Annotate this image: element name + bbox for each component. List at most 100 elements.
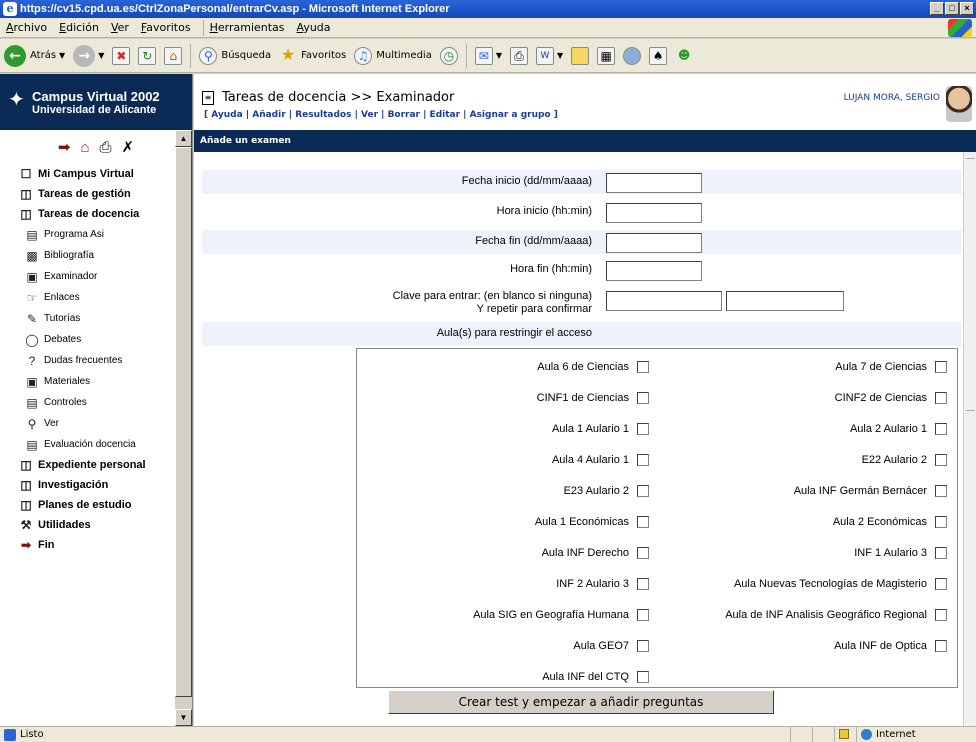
aula-option[interactable]: CINF1 de Ciencias (357, 392, 649, 406)
main-scrollbar[interactable] (963, 152, 976, 726)
history-button[interactable]: ◷ (439, 46, 458, 65)
nav-item-examinador[interactable]: ▣ Examinador (0, 266, 176, 287)
aula-option[interactable]: INF 1 Aulario 3 (655, 547, 947, 561)
aula-option[interactable]: INF 2 Aulario 3 (357, 578, 649, 592)
fecha-fin-input[interactable] (606, 233, 702, 253)
nav-item-ver[interactable]: ⚲ Ver (0, 413, 176, 434)
aula-checkbox[interactable] (637, 485, 649, 497)
aula-option[interactable]: Aula INF Derecho (357, 547, 649, 561)
aula-checkbox[interactable] (637, 361, 649, 373)
nav-item-dudas-frecuentes[interactable]: ? Dudas frecuentes (0, 350, 176, 371)
exit-icon[interactable]: ➡ (58, 138, 71, 156)
nav-item-materiales[interactable]: ▣ Materiales (0, 371, 176, 392)
aula-option[interactable]: Aula 2 Económicas (655, 516, 947, 530)
aula-checkbox[interactable] (637, 454, 649, 466)
nav-item-fin[interactable]: ➡ Fin (0, 535, 176, 555)
media-button[interactable] (623, 46, 642, 65)
nav-item-investigacion[interactable]: ◫ Investigación (0, 475, 176, 495)
nav-item-utilidades[interactable]: ⚒ Utilidades (0, 515, 176, 535)
calc-button[interactable]: ▦ (597, 46, 616, 65)
nav-item-enlaces[interactable]: ☞ Enlaces (0, 287, 176, 308)
home-icon[interactable]: ⌂ (80, 139, 89, 156)
menu-favoritos[interactable]: Favoritos (141, 21, 191, 34)
scroll-down-icon[interactable]: ▼ (175, 709, 192, 726)
edit-dropdown-icon[interactable]: ▼ (557, 51, 563, 60)
print-icon[interactable]: ⎙ (100, 139, 112, 156)
aula-checkbox[interactable] (637, 392, 649, 404)
aula-option[interactable]: Aula 1 Económicas (357, 516, 649, 530)
aula-checkbox[interactable] (935, 640, 947, 652)
folder-button[interactable] (571, 46, 590, 65)
scroll-up-icon[interactable]: ▲ (175, 130, 192, 147)
people-button[interactable]: ☻ (675, 47, 693, 65)
menu-archivo[interactable]: Archivo (6, 21, 47, 34)
hora-inicio-input[interactable] (606, 203, 702, 223)
messenger-button[interactable]: ♠ (649, 46, 668, 65)
nav-item-tareas-de-docencia[interactable]: ◫ Tareas de docencia (0, 204, 176, 224)
favorites-button[interactable]: ★ Favoritos (279, 46, 346, 65)
left-scrollbar[interactable]: ▲ ▼ (175, 130, 192, 726)
close-button[interactable]: × (960, 2, 974, 15)
aula-option[interactable]: Aula GEO7 (357, 640, 649, 654)
search-button[interactable]: ⚲ Búsqueda (199, 46, 271, 65)
nav-item-tareas-de-gestion[interactable]: ◫ Tareas de gestión (0, 184, 176, 204)
scroll-thumb[interactable] (175, 147, 192, 697)
nav-item-expediente-personal[interactable]: ◫ Expediente personal (0, 455, 176, 475)
back-dropdown-icon[interactable]: ▼ (59, 51, 65, 60)
refresh-button[interactable]: ↻ (138, 46, 157, 65)
minimize-button[interactable]: _ (930, 2, 944, 15)
aula-option[interactable]: Aula 1 Aulario 1 (357, 423, 649, 437)
aula-checkbox[interactable] (637, 609, 649, 621)
mail-button[interactable]: ✉ ▼ (474, 46, 502, 65)
aula-checkbox[interactable] (935, 578, 947, 590)
edit-button[interactable]: W ▼ (535, 46, 563, 65)
nav-item-debates[interactable]: ◯ Debates (0, 329, 176, 350)
nav-item-controles[interactable]: ▤ Controles (0, 392, 176, 413)
aula-checkbox[interactable] (935, 423, 947, 435)
aula-checkbox[interactable] (637, 640, 649, 652)
clave-confirm-input[interactable] (726, 291, 844, 311)
create-test-button[interactable]: Crear test y empezar a añadir preguntas (388, 690, 774, 714)
aula-option[interactable]: Aula INF de Optica (655, 640, 947, 654)
action-links[interactable]: [ Ayuda | Añadir | Resultados | Ver | Bo… (204, 110, 558, 120)
aula-option[interactable]: Aula SIG en Geografía Humana (357, 609, 649, 623)
forward-button[interactable]: → ▼ (73, 44, 104, 67)
menu-ayuda[interactable]: Ayuda (297, 21, 331, 34)
aula-checkbox[interactable] (935, 361, 947, 373)
aula-option[interactable]: Aula 6 de Ciencias (357, 361, 649, 375)
nav-item-mi-campus-virtual[interactable]: ☐ Mi Campus Virtual (0, 164, 176, 184)
nav-item-planes-de-estudio[interactable]: ◫ Planes de estudio (0, 495, 176, 515)
print-button[interactable]: ⎙ (509, 46, 528, 65)
maximize-button[interactable]: □ (945, 2, 959, 15)
aula-option[interactable]: Aula 4 Aulario 1 (357, 454, 649, 468)
aula-option[interactable]: Aula Nuevas Tecnologías de Magisterio (655, 578, 947, 592)
aula-checkbox[interactable] (637, 516, 649, 528)
aula-option[interactable]: Aula de INF Analisis Geográfico Regional (655, 609, 947, 623)
aula-checkbox[interactable] (935, 609, 947, 621)
aula-option[interactable]: Aula INF Germán Bernácer (655, 485, 947, 499)
aula-checkbox[interactable] (935, 485, 947, 497)
menu-herramientas[interactable]: Herramientas (210, 21, 285, 34)
back-button[interactable]: ← Atrás ▼ (4, 44, 65, 67)
fecha-inicio-input[interactable] (606, 173, 702, 193)
aula-checkbox[interactable] (935, 516, 947, 528)
nav-item-bibliografia[interactable]: ▩ Bibliografía (0, 245, 176, 266)
home-button[interactable]: ⌂ (164, 46, 183, 65)
aula-option[interactable]: Aula INF del CTQ (357, 671, 649, 685)
aula-checkbox[interactable] (935, 454, 947, 466)
tools-icon[interactable]: ✗ (122, 138, 135, 156)
menu-ver[interactable]: Ver (111, 21, 129, 34)
mail-dropdown-icon[interactable]: ▼ (496, 51, 502, 60)
nav-item-evaluacion-docencia[interactable]: ▤ Evaluación docencia (0, 434, 176, 455)
hora-fin-input[interactable] (606, 261, 702, 281)
aula-option[interactable]: Aula 7 de Ciencias (655, 361, 947, 375)
clave-input[interactable] (606, 291, 722, 311)
aula-checkbox[interactable] (637, 578, 649, 590)
nav-item-programa-asi[interactable]: ▤ Programa Asi (0, 224, 176, 245)
aula-option[interactable]: Aula 2 Aulario 1 (655, 423, 947, 437)
stop-button[interactable]: ✖ (112, 46, 131, 65)
aula-option[interactable]: E23 Aulario 2 (357, 485, 649, 499)
forward-dropdown-icon[interactable]: ▼ (98, 51, 104, 60)
aula-checkbox[interactable] (935, 547, 947, 559)
aula-option[interactable]: CINF2 de Ciencias (655, 392, 947, 406)
